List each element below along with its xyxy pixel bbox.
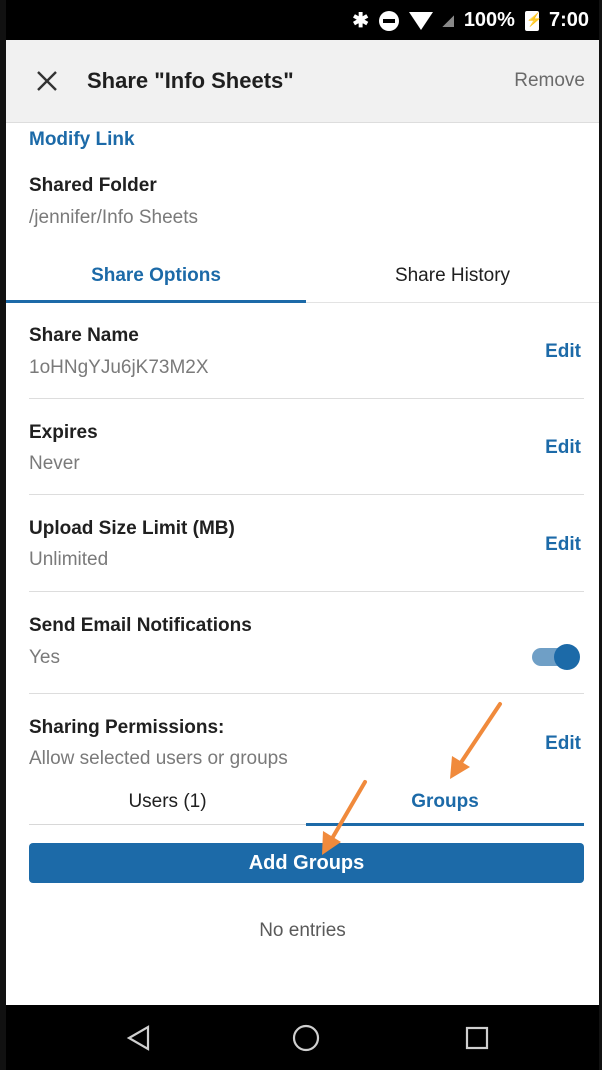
frame-border-left [0, 0, 6, 1070]
home-button[interactable] [276, 1017, 336, 1059]
arrow-to-add-groups-icon [322, 780, 367, 855]
recents-button[interactable] [447, 1017, 507, 1059]
back-triangle-icon [126, 1025, 150, 1051]
recents-square-icon [465, 1026, 489, 1050]
back-button[interactable] [108, 1017, 168, 1059]
arrow-to-groups-tab-icon [450, 702, 502, 779]
home-circle-icon [292, 1024, 320, 1052]
system-navigation-bar [6, 1005, 599, 1070]
annotation-arrows [322, 702, 502, 855]
screen: ✱ ◢ 100% 7:00 Share "Info Sheets" Remove… [0, 0, 602, 1070]
